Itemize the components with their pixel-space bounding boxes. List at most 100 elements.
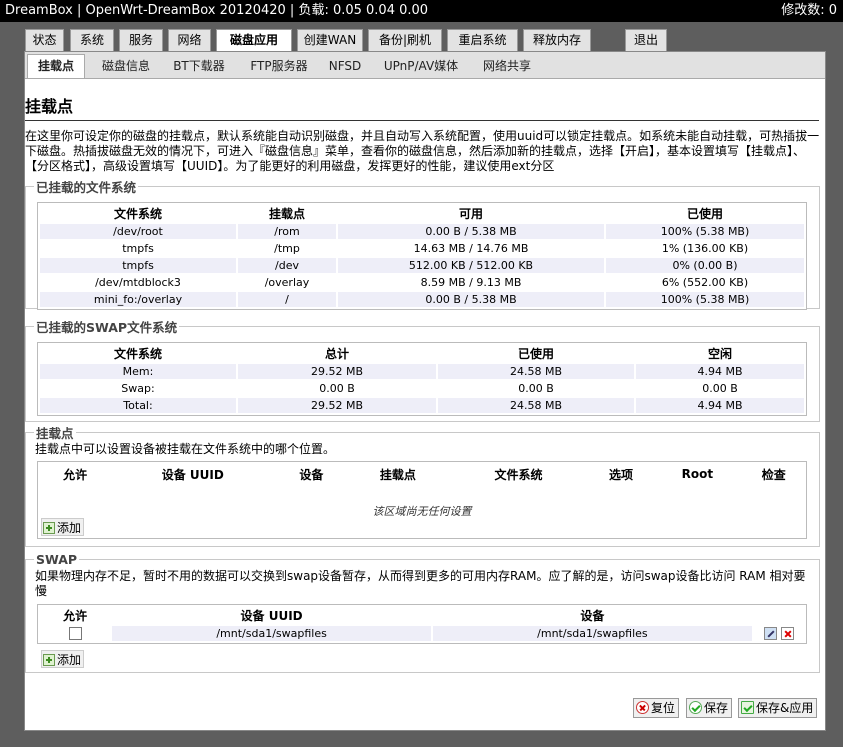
col-header: 允许 <box>63 609 88 623</box>
cell: 0.00 B / 5.38 MB <box>338 292 604 307</box>
reset-button[interactable]: 复位 <box>633 698 680 718</box>
table-row: Total: 29.52 MB 24.58 MB 4.94 MB <box>40 398 804 413</box>
save-apply-label: 保存&应用 <box>756 701 814 715</box>
subtab-bt-downloader[interactable]: BT下载器 <box>167 55 231 77</box>
tab-services[interactable]: 服务 <box>119 29 163 51</box>
add-icon <box>43 522 55 534</box>
col-header: 设备 <box>299 467 324 482</box>
swap-legend: SWAP <box>36 552 78 567</box>
col-header: 已使用 <box>517 347 554 361</box>
cell: 24.58 MB <box>438 398 634 413</box>
col-header: 选项 <box>608 467 633 482</box>
save-apply-button[interactable]: 保存&应用 <box>738 698 818 718</box>
apply-icon <box>741 701 754 714</box>
cell: 0% (0.00 B) <box>606 258 804 273</box>
sub-tabs: 挂载点 磁盘信息 BT下载器 FTP服务器 NFSD UPnP/AV媒体 网络共… <box>25 52 825 79</box>
subtab-mount-points[interactable]: 挂载点 <box>27 54 85 78</box>
swap-table: 允许 设备 UUID 设备 /mnt/sda1/swapfiles /mnt/s… <box>37 604 807 644</box>
cell: tmpfs <box>40 258 236 273</box>
tab-free-memory[interactable]: 释放内存 <box>523 29 591 51</box>
col-header: 检查 <box>761 467 786 482</box>
cell: Swap: <box>40 381 236 396</box>
cell: 0.00 B <box>438 381 634 396</box>
reset-icon <box>636 701 649 714</box>
col-header: 已使用 <box>686 207 723 221</box>
swap-fs-legend: 已挂载的SWAP文件系统 <box>36 320 178 335</box>
table-row: /dev/mtdblock3 /overlay 8.59 MB / 9.13 M… <box>40 275 804 290</box>
cell: 24.58 MB <box>438 364 634 379</box>
mount-points-table: 允许 设备 UUID 设备 挂载点 文件系统 选项 Root 检查 该区域尚无任… <box>37 461 807 539</box>
app-title: DreamBox | OpenWrt-DreamBox 20120420 | 负… <box>5 3 429 18</box>
table-row: tmpfs /tmp 14.63 MB / 14.76 MB 1% (136.0… <box>40 241 804 256</box>
col-header: Root <box>681 467 714 482</box>
tab-status[interactable]: 状态 <box>25 29 64 51</box>
top-bar: DreamBox | OpenWrt-DreamBox 20120420 | 负… <box>0 0 843 22</box>
cell: /overlay <box>238 275 336 290</box>
cell: Total: <box>40 398 236 413</box>
col-header: 设备 UUID <box>240 609 303 623</box>
table-header: 允许 设备 UUID 设备 挂载点 文件系统 选项 Root 检查 <box>40 464 804 485</box>
tab-disk-apps[interactable]: 磁盘应用 <box>216 29 292 52</box>
cell: mini_fo:/overlay <box>40 292 236 307</box>
table-row: Swap: 0.00 B 0.00 B 0.00 B <box>40 381 804 396</box>
cell: /tmp <box>238 241 336 256</box>
add-mount-point-button[interactable]: 添加 <box>41 518 85 536</box>
col-header: 挂载点 <box>379 467 416 482</box>
table-row: mini_fo:/overlay / 0.00 B / 5.38 MB 100%… <box>40 292 804 307</box>
changes-counter[interactable]: 修改数: 0 <box>781 0 837 22</box>
col-header: 挂载点 <box>268 207 305 221</box>
cell: 4.94 MB <box>636 398 804 413</box>
mount-points-description: 挂载点中可以设置设备被挂载在文件系统中的哪个位置。 <box>35 442 336 456</box>
tab-reboot[interactable]: 重启系统 <box>447 29 518 51</box>
add-label: 添加 <box>57 653 82 667</box>
subtab-ftp-server[interactable]: FTP服务器 <box>243 55 315 77</box>
mounted-fs-legend: 已挂载的文件系统 <box>36 180 137 195</box>
edit-icon[interactable] <box>763 627 777 641</box>
reset-label: 复位 <box>651 701 676 715</box>
add-swap-button[interactable]: 添加 <box>41 650 85 668</box>
cell: 14.63 MB / 14.76 MB <box>338 241 604 256</box>
save-icon <box>689 701 702 714</box>
cell: /dev <box>238 258 336 273</box>
subtab-disk-info[interactable]: 磁盘信息 <box>95 55 157 77</box>
empty-message: 该区域尚无任何设置 <box>372 505 472 519</box>
swap-enable-checkbox[interactable] <box>68 627 82 641</box>
table-header: 文件系统 挂载点 可用 已使用 <box>40 205 804 222</box>
col-header: 允许 <box>63 467 88 482</box>
save-button[interactable]: 保存 <box>686 698 733 718</box>
tab-network[interactable]: 网络 <box>168 29 211 51</box>
tab-logout[interactable]: 退出 <box>625 29 667 51</box>
mounted-fs-table: 文件系统 挂载点 可用 已使用 /dev/root /rom 0.00 B / … <box>37 202 807 310</box>
col-header: 文件系统 <box>494 467 543 482</box>
subtab-nfsd[interactable]: NFSD <box>325 55 365 77</box>
cell: Mem: <box>40 364 236 379</box>
cell: / <box>238 292 336 307</box>
col-header: 设备 <box>580 609 605 623</box>
tab-create-wan[interactable]: 创建WAN <box>297 29 363 51</box>
cell: /mnt/sda1/swapfiles <box>112 626 431 641</box>
table-row: tmpfs /dev 512.00 KB / 512.00 KB 0% (0.0… <box>40 258 804 273</box>
cell: 8.59 MB / 9.13 MB <box>338 275 604 290</box>
cell: /rom <box>238 224 336 239</box>
cell: 6% (552.00 KB) <box>606 275 804 290</box>
cell: /dev/mtdblock3 <box>40 275 236 290</box>
table-row: /mnt/sda1/swapfiles /mnt/sda1/swapfiles <box>40 626 804 641</box>
delete-icon[interactable] <box>780 627 794 641</box>
cell: 29.52 MB <box>238 364 436 379</box>
subtab-network-share[interactable]: 网络共享 <box>477 55 537 77</box>
table-row: /dev/root /rom 0.00 B / 5.38 MB 100% (5.… <box>40 224 804 239</box>
page-title: 挂载点 <box>25 93 819 121</box>
col-header: 文件系统 <box>113 207 162 221</box>
tab-backup-flash[interactable]: 备份|刷机 <box>368 29 442 51</box>
cell: 0.00 B <box>636 381 804 396</box>
tab-system[interactable]: 系统 <box>70 29 114 51</box>
cell: /mnt/sda1/swapfiles <box>433 626 752 641</box>
cell: 4.94 MB <box>636 364 804 379</box>
subtab-upnp-av[interactable]: UPnP/AV媒体 <box>377 55 465 77</box>
save-label: 保存 <box>704 701 729 715</box>
col-header <box>754 607 804 624</box>
table-header: 文件系统 总计 已使用 空闲 <box>40 345 804 362</box>
cell: tmpfs <box>40 241 236 256</box>
intro-text: 在这里你可设定你的磁盘的挂载点，默认系统能自动识别磁盘，并且自动写入系统配置，使… <box>25 129 820 173</box>
col-header: 空闲 <box>707 347 732 361</box>
